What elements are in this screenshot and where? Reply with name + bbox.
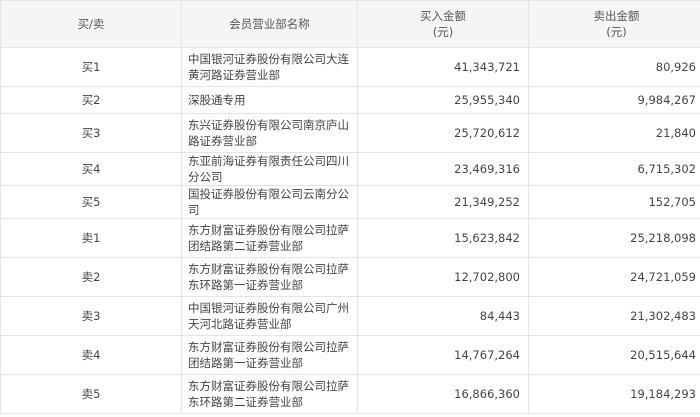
row-buy-amount: 84,443 [357,296,529,336]
trading-desk-table: 买/卖 会员营业部名称 买入金额 (元) 卖出金额 (元) 买1 中国银河证券股份有… [0,0,700,414]
row-sell-amount: 21,302,483 [528,296,700,336]
table-row: 买4 东亚前海证券有限责任公司四川分公司 23,469,316 6,715,30… [0,152,700,186]
row-side: 买2 [0,86,182,114]
row-dept: 深股通专用 [181,86,358,114]
column-header-sell: 卖出金额 (元) [528,0,700,48]
column-header-buy: 买入金额 (元) [357,0,529,48]
row-side: 卖4 [0,335,182,375]
row-sell-amount: 19,184,293 [528,374,700,414]
row-dept: 国投证券股份有限公司云南分公司 [181,185,358,219]
row-dept: 东亚前海证券有限责任公司四川分公司 [181,152,358,186]
row-buy-amount: 25,955,340 [357,86,529,114]
row-buy-amount: 21,349,252 [357,185,529,219]
row-sell-amount: 24,721,059 [528,257,700,297]
row-dept: 中国银河证券股份有限公司广州天河北路证券营业部 [181,296,358,336]
row-buy-amount: 23,469,316 [357,152,529,186]
row-sell-amount: 21,840 [528,113,700,153]
row-sell-amount: 25,218,098 [528,218,700,258]
row-side: 买3 [0,113,182,153]
column-header-side-label: 买/卖 [77,17,105,31]
column-header-dept: 会员营业部名称 [181,0,358,48]
row-buy-amount: 12,702,800 [357,257,529,297]
row-sell-amount: 6,715,302 [528,152,700,186]
row-buy-amount: 14,767,264 [357,335,529,375]
row-side: 买1 [0,47,182,87]
table-row: 买5 国投证券股份有限公司云南分公司 21,349,252 152,705 [0,185,700,219]
row-sell-amount: 20,515,644 [528,335,700,375]
table-row: 卖1 东方财富证券股份有限公司拉萨团结路第二证券营业部 15,623,842 2… [0,218,700,258]
row-buy-amount: 41,343,721 [357,47,529,87]
row-side: 买4 [0,152,182,186]
row-side: 买5 [0,185,182,219]
table-row: 卖5 东方财富证券股份有限公司拉萨东环路第二证券营业部 16,866,360 1… [0,374,700,414]
row-side: 卖2 [0,257,182,297]
row-buy-amount: 25,720,612 [357,113,529,153]
row-side: 卖5 [0,374,182,414]
column-header-sell-unit: (元) [606,25,627,39]
row-buy-amount: 16,866,360 [357,374,529,414]
row-side: 卖3 [0,296,182,336]
row-dept: 东方财富证券股份有限公司拉萨团结路第二证券营业部 [181,218,358,258]
table-header-row: 买/卖 会员营业部名称 买入金额 (元) 卖出金额 (元) [0,0,700,48]
table-row: 买2 深股通专用 25,955,340 9,984,267 [0,86,700,114]
row-sell-amount: 80,926 [528,47,700,87]
row-buy-amount: 15,623,842 [357,218,529,258]
column-header-side: 买/卖 [0,0,182,48]
row-dept: 中国银河证券股份有限公司大连黄河路证券营业部 [181,47,358,87]
table-row: 卖2 东方财富证券股份有限公司拉萨东环路第一证券营业部 12,702,800 2… [0,257,700,297]
row-dept: 东兴证券股份有限公司南京庐山路证券营业部 [181,113,358,153]
column-header-buy-unit: (元) [432,25,454,39]
row-sell-amount: 9,984,267 [528,86,700,114]
column-header-buy-label: 买入金额 [420,9,466,23]
table-row: 卖3 中国银河证券股份有限公司广州天河北路证券营业部 84,443 21,302… [0,296,700,336]
column-header-dept-label: 会员营业部名称 [229,17,310,31]
table-row: 卖4 东方财富证券股份有限公司拉萨团结路第一证券营业部 14,767,264 2… [0,335,700,375]
row-sell-amount: 152,705 [528,185,700,219]
row-dept: 东方财富证券股份有限公司拉萨东环路第一证券营业部 [181,257,358,297]
table-row: 买1 中国银河证券股份有限公司大连黄河路证券营业部 41,343,721 80,… [0,47,700,87]
column-header-sell-label: 卖出金额 [593,9,640,23]
row-dept: 东方财富证券股份有限公司拉萨东环路第二证券营业部 [181,374,358,414]
table-row: 买3 东兴证券股份有限公司南京庐山路证券营业部 25,720,612 21,84… [0,113,700,153]
row-dept: 东方财富证券股份有限公司拉萨团结路第一证券营业部 [181,335,358,375]
row-side: 卖1 [0,218,182,258]
